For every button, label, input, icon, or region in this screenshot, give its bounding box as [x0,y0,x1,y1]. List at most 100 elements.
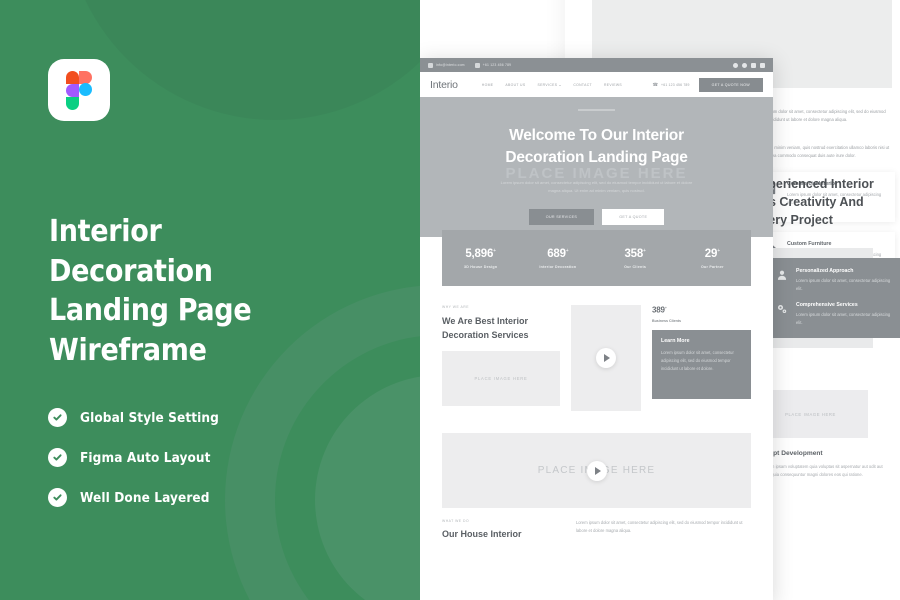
check-circle-icon [48,488,67,507]
stat-value: 5,896+ [442,248,519,260]
headline-line-2: Decoration [49,253,213,289]
stat-label: Our Partner [701,264,724,269]
figma-shape-top-left [66,71,79,84]
bottom-eyebrow: WHAT WE DO [442,519,470,523]
back-paragraph-1: Lorem ipsum dolor sit amet, consectetur … [753,109,886,122]
stat-number: 29 [704,247,718,260]
linkedin-icon[interactable] [760,62,765,68]
stat-label: 3D House Design [463,264,498,269]
services-section: WHY WE ARE We Are Best Interior Decorati… [420,293,773,411]
services-title-line2: Decoration Services [442,329,529,340]
envelope-icon [428,62,433,68]
phone-icon: ☎ [652,81,659,87]
twitter-icon[interactable] [742,62,747,68]
nav-phone-text: +61 123 456 789 [661,82,690,87]
learn-more-card[interactable]: Learn More Lorem ipsum dolor sit amet, c… [652,329,751,399]
feature-list: Global Style Setting Figma Auto Layout W… [48,408,378,528]
stat-item: 5,896+ 3D House Design [442,248,519,269]
back-heading-2: Experienced Interior Has Creativity And … [753,175,900,229]
hero-title-line2: Decoration Landing Page [505,149,688,167]
stat-suffix: + [493,247,496,254]
stat-value: 689+ [519,248,596,260]
mockup-area: Our House Interior Lorem ipsum dolor sit… [420,0,900,600]
play-icon[interactable] [596,348,616,368]
front-page-mockup: info@interio.com +61 123 456 789 Interio… [420,58,773,600]
stat-number: 358 [624,247,644,260]
stat-number: 689 [547,247,566,260]
stat-label: Our Clients [624,264,647,269]
stat-label: Interior Decoration [539,264,577,269]
nav-item-services[interactable]: SERVICES [537,82,562,87]
nav-links: HOME ABOUT US SERVICES CONTACT REVIEWS [482,83,622,87]
nav-item-contact[interactable]: CONTACT [573,83,592,87]
back-feature-item: Comprehensive Services Lorem ipsum dolor… [776,302,894,326]
back-feature-desc: Lorem ipsum dolor sit amet, consectetur … [796,312,891,325]
hero-title: Welcome To Our Interior Decoration Landi… [505,125,687,169]
hero-secondary-button[interactable]: GET A QUOTE [602,209,665,226]
play-triangle [594,466,601,475]
nav-item-services-label: SERVICES [537,82,558,87]
chevron-down-icon [559,84,562,86]
stat-value: 358+ [597,248,674,260]
stat-item: 689+ Interior Decoration [519,248,596,269]
feature-item: Figma Auto Layout [48,448,378,467]
nav-item-reviews[interactable]: REVIEWS [604,83,622,87]
promo-headline: Interior Decoration Landing Page Wirefra… [49,212,379,370]
services-title: We Are Best Interior Decoration Services [442,315,560,342]
stat-item: 29+ Our Partner [674,248,751,269]
feature-item: Global Style Setting [48,408,378,427]
bottom-title: Our House Interior [442,529,522,539]
topbar-phone-text: +61 123 456 789 [482,63,512,67]
nav-phone[interactable]: ☎ +61 123 456 789 [652,82,689,88]
topbar-email[interactable]: info@interio.com [428,62,465,68]
headline-line-4: Wireframe [49,332,207,368]
back-feature-box: Personalized Approach Lorem ipsum dolor … [765,258,900,338]
bottom-section: WHAT WE DO Our House Interior Lorem ipsu… [420,508,773,539]
stat-number: 5,896 [465,247,494,260]
hero-title-line1: Welcome To Our Interior [509,127,684,145]
learn-more-desc: Lorem ipsum dolor sit amet, consectetur … [661,349,734,372]
play-icon[interactable] [586,460,607,481]
instagram-icon[interactable] [751,62,756,68]
figma-shape-mid-left [66,84,79,97]
nav-right-group: ☎ +61 123 456 789 GET A QUOTE NOW [652,77,763,92]
hero-buttons: OUR SERVICES GET A QUOTE [528,209,665,226]
services-stat-suffix: + [664,305,667,310]
services-image-placeholder: PLACE IMAGE HERE [442,351,560,406]
big-video-placeholder[interactable]: PLACE IMAGE HERE [442,433,751,508]
topbar-social-links [733,62,765,68]
learn-more-title: Learn More [661,337,690,344]
hero-section: PLACE IMAGE HERE Welcome To Our Interior… [420,97,773,237]
check-circle-icon [48,408,67,427]
stat-item: 358+ Our Clients [597,248,674,269]
hero-subtitle: Lorem ipsum dolor sit amet, consectetur … [500,180,693,194]
check-circle-icon [48,448,67,467]
stat-value: 29+ [674,248,751,260]
back-card-title: Custom Furniture [787,241,832,247]
brand-logo[interactable]: Interio [430,79,458,91]
hero-primary-button[interactable]: OUR SERVICES [528,209,595,226]
nav-item-about-us[interactable]: ABOUT US [505,83,525,87]
topbar-phone[interactable]: +61 123 456 789 [474,62,512,68]
figma-shape-mid-right [79,83,92,96]
nav-item-home[interactable]: HOME [482,83,494,87]
feature-item: Well Done Layered [48,488,378,507]
figma-logo-badge [48,59,110,121]
phone-icon [474,62,480,68]
headline-line-3: Landing Page [49,293,252,329]
stat-suffix: + [717,247,720,254]
hero-eyebrow-bar [578,108,615,112]
services-stat-value: 389+ [652,305,751,315]
figma-shape-bottom-left [66,97,79,110]
services-title-line1: We Are Best Interior [442,316,529,326]
bottom-paragraph: Lorem ipsum dolor sit amet, consectetur … [576,520,743,534]
bottom-left-column: WHAT WE DO Our House Interior [442,519,560,539]
topbar-email-text: info@interio.com [436,63,465,67]
get-quote-button[interactable]: GET A QUOTE NOW [698,77,763,92]
back-feature-title: Comprehensive Services [796,302,858,309]
services-video-thumbnail[interactable] [571,305,641,411]
main-navbar: Interio HOME ABOUT US SERVICES CONTACT R… [420,72,773,97]
facebook-icon[interactable] [733,62,738,68]
back-feature-desc: Lorem ipsum dolor sit amet, consectetur … [796,278,891,291]
figma-logo-icon [66,71,92,110]
